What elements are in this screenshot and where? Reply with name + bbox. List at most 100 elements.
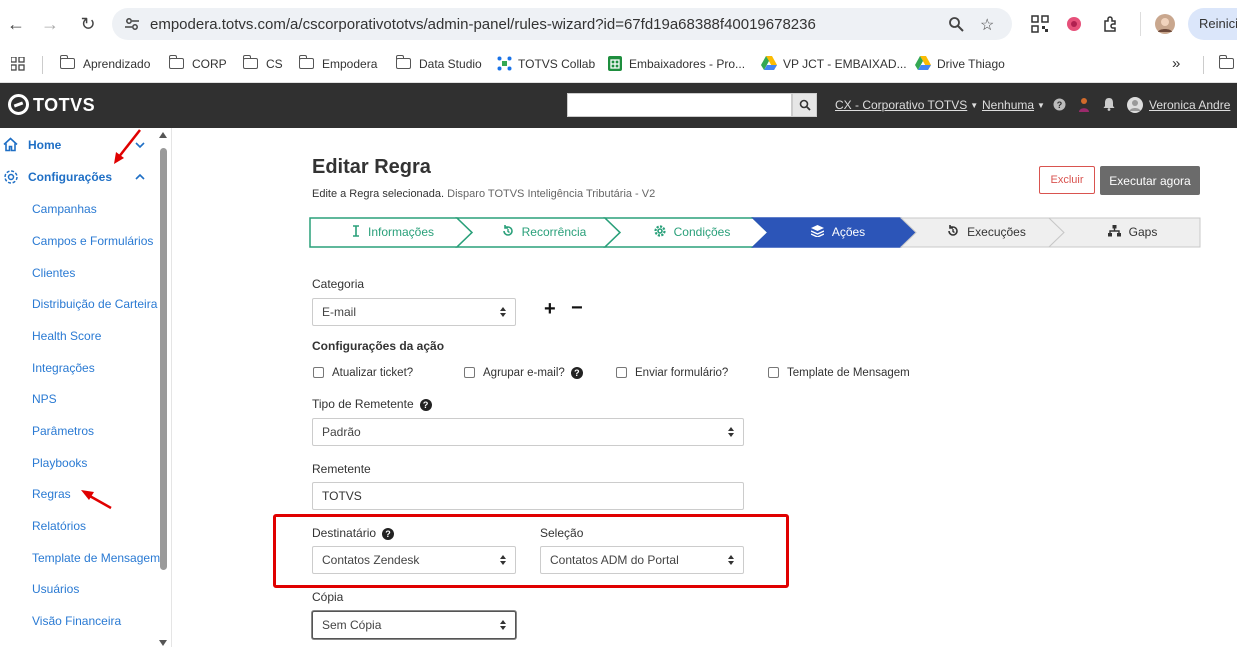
scrollbar-thumb[interactable] [160, 148, 167, 570]
user-figure-icon[interactable] [1077, 97, 1091, 113]
extensions-puzzle-icon[interactable] [1101, 14, 1121, 34]
back-icon[interactable]: ← [4, 12, 28, 36]
drive-icon [761, 56, 777, 70]
user-menu[interactable]: Veronica Andre [1149, 98, 1230, 112]
sidebar-item-campanhas[interactable]: Campanhas [32, 202, 97, 216]
profile-avatar-icon[interactable] [1155, 14, 1175, 34]
toolbar-divider [1140, 12, 1141, 36]
bookmark-aprendizado[interactable]: Aprendizado [59, 54, 150, 74]
annotation-arrow-icon [114, 129, 141, 164]
step-condicoes[interactable]: Condições [622, 217, 762, 248]
run-now-button[interactable]: Executar agora [1100, 166, 1200, 195]
qr-extension-icon[interactable] [1030, 14, 1050, 34]
bell-icon[interactable] [1103, 97, 1115, 111]
step-acoes[interactable]: Ações [768, 217, 908, 248]
sheets-icon [608, 56, 622, 71]
layers-icon [810, 225, 825, 238]
scroll-down-icon[interactable] [159, 640, 167, 646]
agrupar-email-checkbox[interactable]: Agrupar e-mail?? [464, 367, 583, 379]
sidebar-item-usuarios[interactable]: Usuários [32, 582, 79, 596]
bookmark-data-studio[interactable]: Data Studio [395, 54, 482, 74]
bookmark-star-icon[interactable]: ☆ [980, 15, 994, 35]
sidebar-item-visao-financeira[interactable]: Visão Financeira [32, 614, 121, 628]
search-button[interactable] [792, 93, 817, 117]
checkbox-box[interactable] [768, 367, 779, 378]
categoria-select[interactable]: E-mail [312, 298, 516, 326]
bookmark-vp-jct[interactable]: VP JCT - EMBAIXAD... [761, 54, 907, 74]
checkbox-box[interactable] [464, 367, 475, 378]
help-icon[interactable]: ? [1053, 98, 1066, 111]
step-recorrencia[interactable]: Recorrência [474, 217, 614, 248]
more-bookmarks-icon[interactable]: » [1172, 54, 1180, 74]
delete-button[interactable]: Excluir [1039, 166, 1095, 194]
apps-grid-icon[interactable] [11, 57, 25, 71]
remove-category-button[interactable]: − [571, 297, 583, 320]
step-informacoes[interactable]: Informações [319, 217, 467, 248]
user-avatar[interactable] [1127, 97, 1143, 113]
restart-button[interactable]: Reiniciar [1188, 8, 1237, 40]
sidebar-scrollbar[interactable] [158, 132, 169, 647]
tipo-remetente-select[interactable]: Padrão [312, 418, 744, 446]
enviar-formulario-checkbox[interactable]: Enviar formulário? [616, 367, 728, 379]
bookmark-totvs-collab[interactable]: TOTVS Collab [497, 54, 595, 74]
select-arrows-icon [728, 427, 734, 437]
checkbox-box[interactable] [313, 367, 324, 378]
sitemap-icon [1107, 225, 1121, 237]
site-settings-icon[interactable] [124, 16, 140, 32]
bookmark-corp[interactable]: CORP [168, 54, 227, 74]
page-title: Editar Regra [312, 156, 431, 178]
bookmark-cs[interactable]: CS [242, 54, 283, 74]
other-bookmarks-folder[interactable] [1218, 54, 1237, 74]
sidebar-item-playbooks[interactable]: Playbooks [32, 456, 87, 470]
sidebar-item-template-de-mensagem[interactable]: Template de Mensagem [32, 551, 160, 565]
sidebar-item-regras[interactable]: Regras [32, 487, 71, 501]
filter-dropdown[interactable]: Nenhuma ▼ [982, 98, 1045, 112]
step-gaps[interactable]: Gaps [1064, 217, 1201, 248]
folder-icon [242, 55, 258, 69]
bookmark-empodera[interactable]: Empodera [298, 54, 377, 74]
org-dropdown[interactable]: CX - Corporativo TOTVS ▼ [835, 98, 978, 112]
caret-down-icon: ▼ [970, 101, 979, 110]
pink-extension-icon[interactable] [1064, 14, 1084, 34]
folder-icon [395, 55, 411, 69]
browser-toolbar: ← → ↻ empodera.totvs.com/a/cscorporativo… [0, 0, 1237, 46]
wizard-steps: Informações Recorrência Condições Ações … [309, 217, 1201, 248]
add-category-button[interactable]: + [544, 298, 556, 321]
totvs-logo-icon [8, 94, 29, 115]
gear-icon [4, 170, 18, 184]
remetente-input[interactable]: TOTVS [312, 482, 744, 510]
reload-icon[interactable]: ↻ [76, 12, 100, 36]
help-icon[interactable]: ? [419, 399, 432, 411]
sidebar-item-integracoes[interactable]: Integrações [32, 361, 95, 375]
sidebar-item-campos-e-formularios[interactable]: Campos e Formulários [32, 234, 153, 248]
address-bar[interactable]: empodera.totvs.com/a/cscorporativototvs/… [112, 8, 1012, 40]
zoom-icon[interactable] [948, 16, 964, 32]
search-input[interactable] [567, 93, 792, 117]
forward-icon[interactable]: → [38, 12, 62, 36]
sidebar-item-health-score[interactable]: Health Score [32, 329, 101, 343]
template-mensagem-checkbox[interactable]: Template de Mensagem [768, 367, 910, 379]
scroll-up-icon[interactable] [159, 132, 167, 138]
copia-select[interactable]: Sem Cópia [312, 611, 516, 639]
bookmarks-divider [42, 56, 43, 74]
collab-icon [497, 56, 512, 71]
sidebar-item-nps[interactable]: NPS [32, 392, 57, 406]
copia-label: Cópia [312, 590, 344, 604]
checkbox-box[interactable] [616, 367, 627, 378]
sidebar: Home Configurações Campanhas Campos e Fo… [0, 128, 172, 647]
bookmark-drive-thiago[interactable]: Drive Thiago [915, 54, 1005, 74]
atualizar-ticket-checkbox[interactable]: Atualizar ticket? [313, 367, 413, 379]
select-arrows-icon [500, 620, 506, 630]
sidebar-configuracoes[interactable]: Configurações [0, 166, 160, 188]
totvs-logo[interactable]: TOTVS [8, 94, 95, 116]
sidebar-item-clientes[interactable]: Clientes [32, 266, 75, 280]
step-execucoes[interactable]: Execuções [914, 217, 1059, 248]
page-subtitle: Edite a Regra selecionada. Disparo TOTVS… [312, 188, 656, 200]
sidebar-item-relatorios[interactable]: Relatórios [32, 519, 86, 533]
bookmark-embaixadores[interactable]: Embaixadores - Pro... [608, 54, 745, 74]
sidebar-item-parametros[interactable]: Parâmetros [32, 424, 94, 438]
sidebar-item-distribuicao-de-carteira[interactable]: Distribuição de Carteira [32, 297, 157, 311]
svg-text:?: ? [1057, 100, 1063, 110]
help-icon[interactable]: ? [570, 367, 583, 379]
history-icon [502, 225, 513, 236]
